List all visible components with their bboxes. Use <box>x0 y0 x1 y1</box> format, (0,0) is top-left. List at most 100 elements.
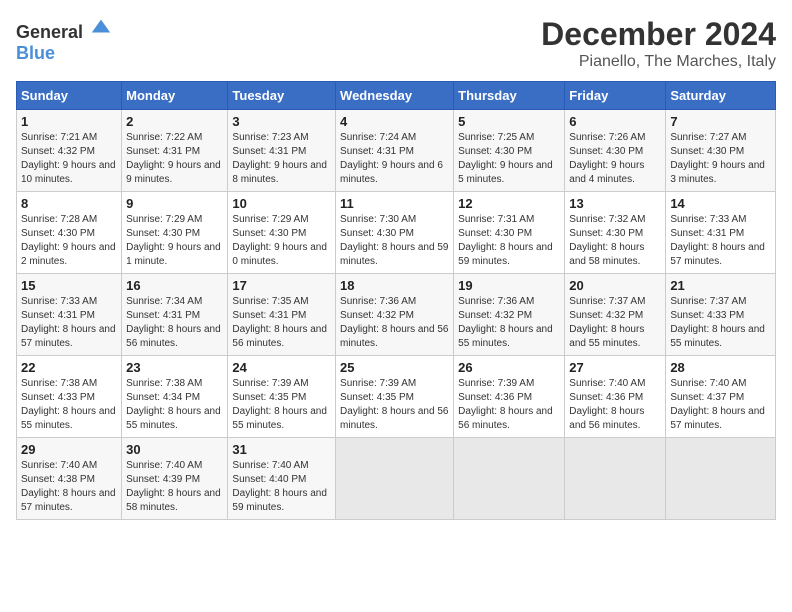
day-number: 28 <box>670 360 771 375</box>
day-number: 7 <box>670 114 771 129</box>
day-number: 11 <box>340 196 449 211</box>
day-detail: Sunrise: 7:37 AMSunset: 4:32 PMDaylight:… <box>569 295 661 351</box>
day-detail: Sunrise: 7:36 AMSunset: 4:32 PMDaylight:… <box>340 295 449 351</box>
day-detail: Sunrise: 7:36 AMSunset: 4:32 PMDaylight:… <box>458 295 560 351</box>
day-detail: Sunrise: 7:23 AMSunset: 4:31 PMDaylight:… <box>232 131 331 187</box>
calendar-cell: 27 Sunrise: 7:40 AMSunset: 4:36 PMDayligh… <box>565 356 666 438</box>
day-detail: Sunrise: 7:24 AMSunset: 4:31 PMDaylight:… <box>340 131 449 187</box>
logo-blue: Blue <box>16 43 55 63</box>
day-detail: Sunrise: 7:25 AMSunset: 4:30 PMDaylight:… <box>458 131 560 187</box>
calendar-cell <box>666 438 776 520</box>
week-row-3: 15 Sunrise: 7:33 AMSunset: 4:31 PMDayligh… <box>17 274 776 356</box>
calendar-cell: 24Sunrise: 7:39 AMSunset: 4:35 PMDayligh… <box>228 356 336 438</box>
calendar-cell: 28 Sunrise: 7:40 AMSunset: 4:37 PMDayligh… <box>666 356 776 438</box>
day-number: 10 <box>232 196 331 211</box>
day-number: 26 <box>458 360 560 375</box>
column-header-friday: Friday <box>565 82 666 110</box>
day-number: 21 <box>670 278 771 293</box>
day-detail: Sunrise: 7:38 AMSunset: 4:34 PMDaylight:… <box>126 377 223 433</box>
calendar-cell <box>454 438 565 520</box>
calendar-cell: 5 Sunrise: 7:25 AMSunset: 4:30 PMDaylight… <box>454 110 565 192</box>
day-detail: Sunrise: 7:39 AMSunset: 4:36 PMDaylight:… <box>458 377 560 433</box>
calendar-cell: 8Sunrise: 7:28 AMSunset: 4:30 PMDaylight… <box>17 192 122 274</box>
day-number: 16 <box>126 278 223 293</box>
column-header-wednesday: Wednesday <box>336 82 454 110</box>
day-number: 15 <box>21 278 117 293</box>
column-header-saturday: Saturday <box>666 82 776 110</box>
main-title: December 2024 <box>541 16 776 53</box>
calendar-cell: 12 Sunrise: 7:31 AMSunset: 4:30 PMDayligh… <box>454 192 565 274</box>
day-number: 27 <box>569 360 661 375</box>
day-detail: Sunrise: 7:32 AMSunset: 4:30 PMDaylight:… <box>569 213 661 269</box>
calendar-body: 1 Sunrise: 7:21 AMSunset: 4:32 PMDaylight… <box>17 110 776 520</box>
day-number: 5 <box>458 114 560 129</box>
subtitle: Pianello, The Marches, Italy <box>541 53 776 71</box>
calendar-cell: 20 Sunrise: 7:37 AMSunset: 4:32 PMDayligh… <box>565 274 666 356</box>
calendar-cell: 4 Sunrise: 7:24 AMSunset: 4:31 PMDaylight… <box>336 110 454 192</box>
calendar-table: SundayMondayTuesdayWednesdayThursdayFrid… <box>16 81 776 520</box>
day-number: 29 <box>21 442 117 457</box>
calendar-cell: 7Sunrise: 7:27 AMSunset: 4:30 PMDaylight… <box>666 110 776 192</box>
calendar-cell: 26 Sunrise: 7:39 AMSunset: 4:36 PMDayligh… <box>454 356 565 438</box>
day-detail: Sunrise: 7:29 AMSunset: 4:30 PMDaylight:… <box>126 213 223 269</box>
day-number: 18 <box>340 278 449 293</box>
calendar-cell: 18 Sunrise: 7:36 AMSunset: 4:32 PMDayligh… <box>336 274 454 356</box>
calendar-cell: 9 Sunrise: 7:29 AMSunset: 4:30 PMDaylight… <box>122 192 228 274</box>
day-detail: Sunrise: 7:30 AMSunset: 4:30 PMDaylight:… <box>340 213 449 269</box>
calendar-cell: 13 Sunrise: 7:32 AMSunset: 4:30 PMDayligh… <box>565 192 666 274</box>
day-number: 1 <box>21 114 117 129</box>
calendar-header-row: SundayMondayTuesdayWednesdayThursdayFrid… <box>17 82 776 110</box>
day-detail: Sunrise: 7:40 AMSunset: 4:37 PMDaylight:… <box>670 377 771 433</box>
calendar-cell <box>565 438 666 520</box>
day-detail: Sunrise: 7:40 AMSunset: 4:39 PMDaylight:… <box>126 459 223 515</box>
calendar-cell <box>336 438 454 520</box>
logo-text: General Blue <box>16 16 112 64</box>
day-detail: Sunrise: 7:39 AMSunset: 4:35 PMDaylight:… <box>340 377 449 433</box>
week-row-4: 22Sunrise: 7:38 AMSunset: 4:33 PMDayligh… <box>17 356 776 438</box>
day-number: 19 <box>458 278 560 293</box>
column-header-tuesday: Tuesday <box>228 82 336 110</box>
calendar-cell: 22Sunrise: 7:38 AMSunset: 4:33 PMDayligh… <box>17 356 122 438</box>
calendar-cell: 1 Sunrise: 7:21 AMSunset: 4:32 PMDaylight… <box>17 110 122 192</box>
day-detail: Sunrise: 7:34 AMSunset: 4:31 PMDaylight:… <box>126 295 223 351</box>
day-detail: Sunrise: 7:21 AMSunset: 4:32 PMDaylight:… <box>21 131 117 187</box>
column-header-monday: Monday <box>122 82 228 110</box>
calendar-cell: 3 Sunrise: 7:23 AMSunset: 4:31 PMDaylight… <box>228 110 336 192</box>
day-number: 20 <box>569 278 661 293</box>
column-header-sunday: Sunday <box>17 82 122 110</box>
column-header-thursday: Thursday <box>454 82 565 110</box>
week-row-2: 8Sunrise: 7:28 AMSunset: 4:30 PMDaylight… <box>17 192 776 274</box>
calendar-cell: 14Sunrise: 7:33 AMSunset: 4:31 PMDayligh… <box>666 192 776 274</box>
day-detail: Sunrise: 7:33 AMSunset: 4:31 PMDaylight:… <box>21 295 117 351</box>
day-detail: Sunrise: 7:26 AMSunset: 4:30 PMDaylight:… <box>569 131 661 187</box>
day-detail: Sunrise: 7:37 AMSunset: 4:33 PMDaylight:… <box>670 295 771 351</box>
day-number: 2 <box>126 114 223 129</box>
day-number: 3 <box>232 114 331 129</box>
day-number: 9 <box>126 196 223 211</box>
calendar-cell: 10 Sunrise: 7:29 AMSunset: 4:30 PMDayligh… <box>228 192 336 274</box>
calendar-cell: 11 Sunrise: 7:30 AMSunset: 4:30 PMDayligh… <box>336 192 454 274</box>
day-number: 12 <box>458 196 560 211</box>
calendar-cell: 23Sunrise: 7:38 AMSunset: 4:34 PMDayligh… <box>122 356 228 438</box>
calendar-cell: 17Sunrise: 7:35 AMSunset: 4:31 PMDayligh… <box>228 274 336 356</box>
day-number: 13 <box>569 196 661 211</box>
day-number: 30 <box>126 442 223 457</box>
day-number: 8 <box>21 196 117 211</box>
day-number: 4 <box>340 114 449 129</box>
week-row-1: 1 Sunrise: 7:21 AMSunset: 4:32 PMDaylight… <box>17 110 776 192</box>
calendar-cell: 30 Sunrise: 7:40 AMSunset: 4:39 PMDayligh… <box>122 438 228 520</box>
day-detail: Sunrise: 7:38 AMSunset: 4:33 PMDaylight:… <box>21 377 117 433</box>
day-number: 24 <box>232 360 331 375</box>
day-number: 25 <box>340 360 449 375</box>
day-detail: Sunrise: 7:40 AMSunset: 4:36 PMDaylight:… <box>569 377 661 433</box>
logo: General Blue <box>16 16 112 64</box>
calendar-cell: 2 Sunrise: 7:22 AMSunset: 4:31 PMDaylight… <box>122 110 228 192</box>
day-number: 17 <box>232 278 331 293</box>
title-block: December 2024 Pianello, The Marches, Ita… <box>541 16 776 71</box>
day-detail: Sunrise: 7:31 AMSunset: 4:30 PMDaylight:… <box>458 213 560 269</box>
day-detail: Sunrise: 7:29 AMSunset: 4:30 PMDaylight:… <box>232 213 331 269</box>
day-detail: Sunrise: 7:22 AMSunset: 4:31 PMDaylight:… <box>126 131 223 187</box>
week-row-5: 29Sunrise: 7:40 AMSunset: 4:38 PMDayligh… <box>17 438 776 520</box>
calendar-cell: 19 Sunrise: 7:36 AMSunset: 4:32 PMDayligh… <box>454 274 565 356</box>
logo-icon <box>90 16 112 38</box>
